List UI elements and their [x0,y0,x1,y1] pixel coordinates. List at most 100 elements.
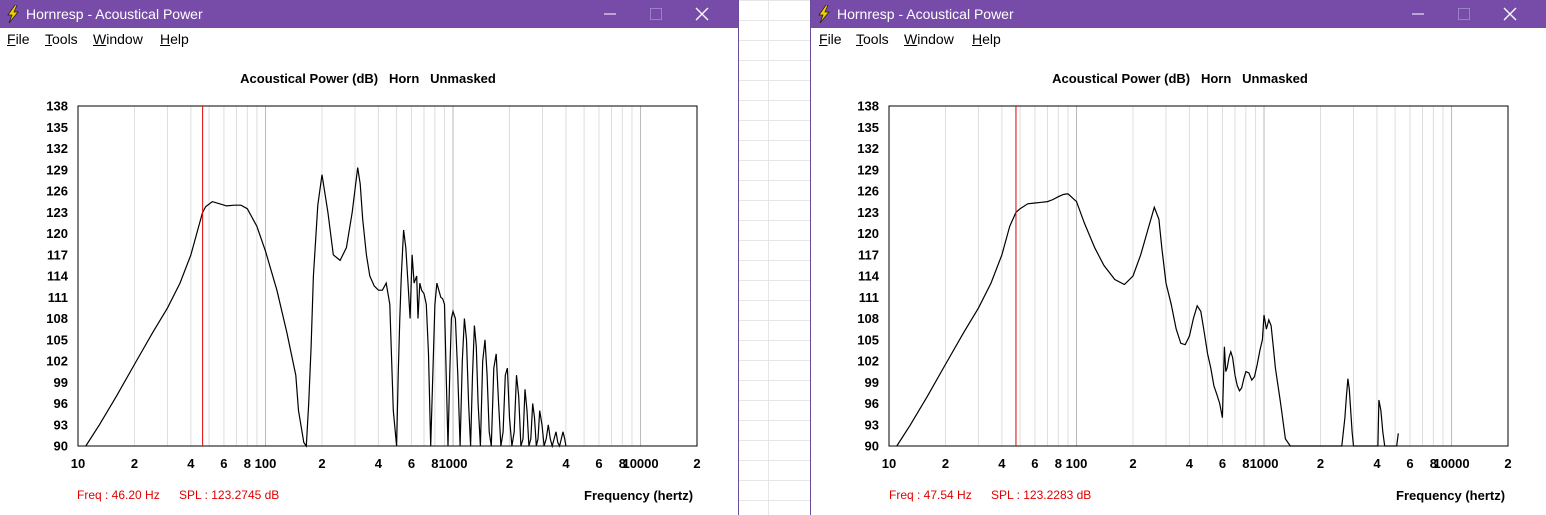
y-tick-label: 105 [857,332,879,347]
x-tick-label: 8 [431,456,438,471]
chart-title: Acoustical Power (dB) Horn Unmasked [1052,71,1308,86]
x-tick-label: 10 [71,456,85,471]
x-axis-label: Frequency (hertz) [584,488,694,503]
x-tick-label: 6 [1031,456,1038,471]
minimize-icon [1412,13,1424,15]
y-tick-label: 96 [54,396,68,411]
x-tick-label: 10000 [622,456,658,471]
y-tick-label: 90 [54,439,68,454]
maximize-button[interactable] [1442,0,1488,28]
x-tick-label: 2 [942,456,949,471]
menu-help[interactable]: Help [160,31,189,47]
x-tick-label: 8 [1055,456,1062,471]
y-tick-label: 96 [865,396,879,411]
y-tick-label: 123 [857,205,879,220]
x-tick-label: 4 [1186,456,1194,471]
y-tick-label: 90 [865,439,879,454]
cursor-frequency-readout: Freq : 47.54 Hz [889,488,972,502]
y-tick-label: 129 [857,162,879,177]
y-tick-label: 135 [46,120,68,135]
plot-frame [77,105,698,447]
x-tick-label: 6 [1219,456,1226,471]
window-title: Hornresp - Acoustical Power [837,6,1014,22]
menu-bar: File Tools Window Help [0,28,738,50]
x-tick-label: 10000 [1433,456,1469,471]
x-tick-label: 100 [255,456,277,471]
y-tick-label: 123 [46,205,68,220]
x-tick-label: 8 [244,456,251,471]
x-axis-label: Frequency (hertz) [1396,488,1506,503]
x-tick-label: 4 [998,456,1006,471]
x-tick-label: 6 [408,456,415,471]
plot-frame [888,105,1509,447]
y-tick-label: 102 [857,354,879,369]
acoustical-power-chart[interactable]: Acoustical Power (dB) Horn Unmasked 138 1… [0,50,738,485]
x-tick-label: 2 [1317,456,1324,471]
y-tick-label: 111 [48,290,68,305]
chart-title: Acoustical Power (dB) Horn Unmasked [240,71,496,86]
y-tick-label: 120 [46,226,68,241]
y-tick-label: 108 [46,311,68,326]
x-tick-label: 1000 [1250,456,1279,471]
x-tick-label: 2 [693,456,700,471]
y-tick-label: 105 [46,332,68,347]
close-icon [695,7,709,21]
y-tick-label: 102 [46,354,68,369]
title-bar[interactable]: Hornresp - Acoustical Power [0,0,738,28]
menu-tools[interactable]: Tools [856,31,889,47]
y-tick-label: 111 [859,290,879,305]
x-tick-label: 4 [187,456,195,471]
y-tick-label: 138 [46,99,68,114]
minimize-button[interactable] [588,0,634,28]
menu-file[interactable]: File [7,31,30,47]
x-tick-label: 4 [375,456,383,471]
cursor-spl-readout: SPL : 123.2283 dB [991,488,1092,502]
menu-bar: File Tools Window Help [811,28,1546,50]
menu-file[interactable]: File [819,31,842,47]
y-tick-label: 129 [46,162,68,177]
x-tick-label: 6 [595,456,602,471]
x-tick-label: 6 [1406,456,1413,471]
cursor-frequency-readout: Freq : 46.20 Hz [77,488,160,502]
hornresp-window-2: Hornresp - Acoustical Power File Tools W… [811,0,1546,515]
y-tick-label: 114 [858,269,880,284]
acoustical-power-chart[interactable]: Acoustical Power (dB) Horn Unmasked 138 1… [811,50,1546,485]
power-curve-line [85,167,567,449]
menu-tools[interactable]: Tools [45,31,78,47]
x-tick-label: 100 [1066,456,1088,471]
y-tick-label: 132 [46,141,68,156]
y-tick-label: 93 [54,417,68,432]
y-tick-label: 132 [857,141,879,156]
x-tick-label: 2 [131,456,138,471]
maximize-icon [650,8,662,20]
x-tick-label: 2 [1129,456,1136,471]
y-tick-label: 120 [857,226,879,241]
y-tick-label: 114 [47,269,69,284]
x-tick-label: 2 [1504,456,1511,471]
close-button[interactable] [1488,0,1534,28]
y-tick-label: 99 [54,375,68,390]
x-tick-label: 2 [506,456,513,471]
x-tick-label: 4 [1373,456,1381,471]
x-tick-label: 4 [562,456,570,471]
maximize-button[interactable] [634,0,680,28]
y-tick-label: 117 [858,247,879,262]
x-tick-label: 6 [220,456,227,471]
window-title: Hornresp - Acoustical Power [26,6,203,22]
x-tick-label: 1000 [439,456,468,471]
title-bar[interactable]: Hornresp - Acoustical Power [811,0,1546,28]
power-curve-line [896,193,1399,447]
close-icon [1503,7,1517,21]
y-tick-label: 99 [865,375,879,390]
y-tick-label: 126 [46,184,68,199]
minimize-button[interactable] [1396,0,1442,28]
menu-window[interactable]: Window [93,31,143,47]
x-tick-label: 2 [318,456,325,471]
y-tick-label: 108 [857,311,879,326]
lightning-bolt-icon [818,5,830,23]
close-button[interactable] [680,0,726,28]
menu-help[interactable]: Help [972,31,1001,47]
x-tick-label: 10 [882,456,896,471]
y-tick-label: 126 [857,184,879,199]
menu-window[interactable]: Window [904,31,954,47]
